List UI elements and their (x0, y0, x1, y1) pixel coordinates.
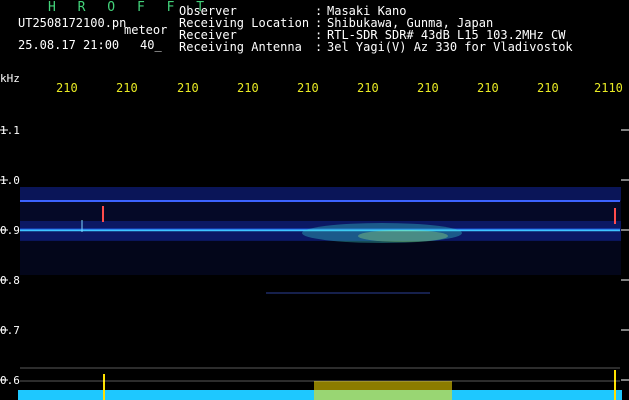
x-tick-6: 210 (357, 81, 379, 95)
meteor-tag: meteor (124, 23, 168, 37)
x-tick-8: 210 (477, 81, 499, 95)
date-time: 25.08.17 21:00 (18, 38, 120, 52)
spectrogram-plot (0, 129, 629, 400)
antenna-value: 3el Yagi(V) Az 330 for Vladivostok (327, 40, 573, 54)
antenna-colon: : (315, 40, 323, 54)
x-tick-10: 2110 (594, 81, 623, 95)
x-tick-9: 210 (537, 81, 559, 95)
count-value: 40_ (140, 38, 162, 52)
x-tick-5: 210 (297, 81, 319, 95)
meteor-echo-core (358, 230, 448, 242)
x-tick-2: 210 (116, 81, 138, 95)
histogram-burst (314, 381, 452, 400)
upper-noise-band (20, 187, 621, 201)
y-axis-unit: kHz (0, 72, 20, 85)
histogram (18, 367, 622, 400)
x-tick-1: 210 (56, 81, 78, 95)
x-tick-3: 210 (177, 81, 199, 95)
mid-noise-band (20, 201, 621, 221)
x-tick-7: 210 (417, 81, 439, 95)
antenna-label: Receiving Antenna (179, 40, 302, 54)
file-name: UT2508172100.pn (18, 16, 127, 30)
hrofft-screen: H R O F F T UT2508172100.pn meteor 25.08… (0, 0, 629, 400)
x-tick-4: 210 (237, 81, 259, 95)
trailing-noise-band (20, 240, 621, 275)
